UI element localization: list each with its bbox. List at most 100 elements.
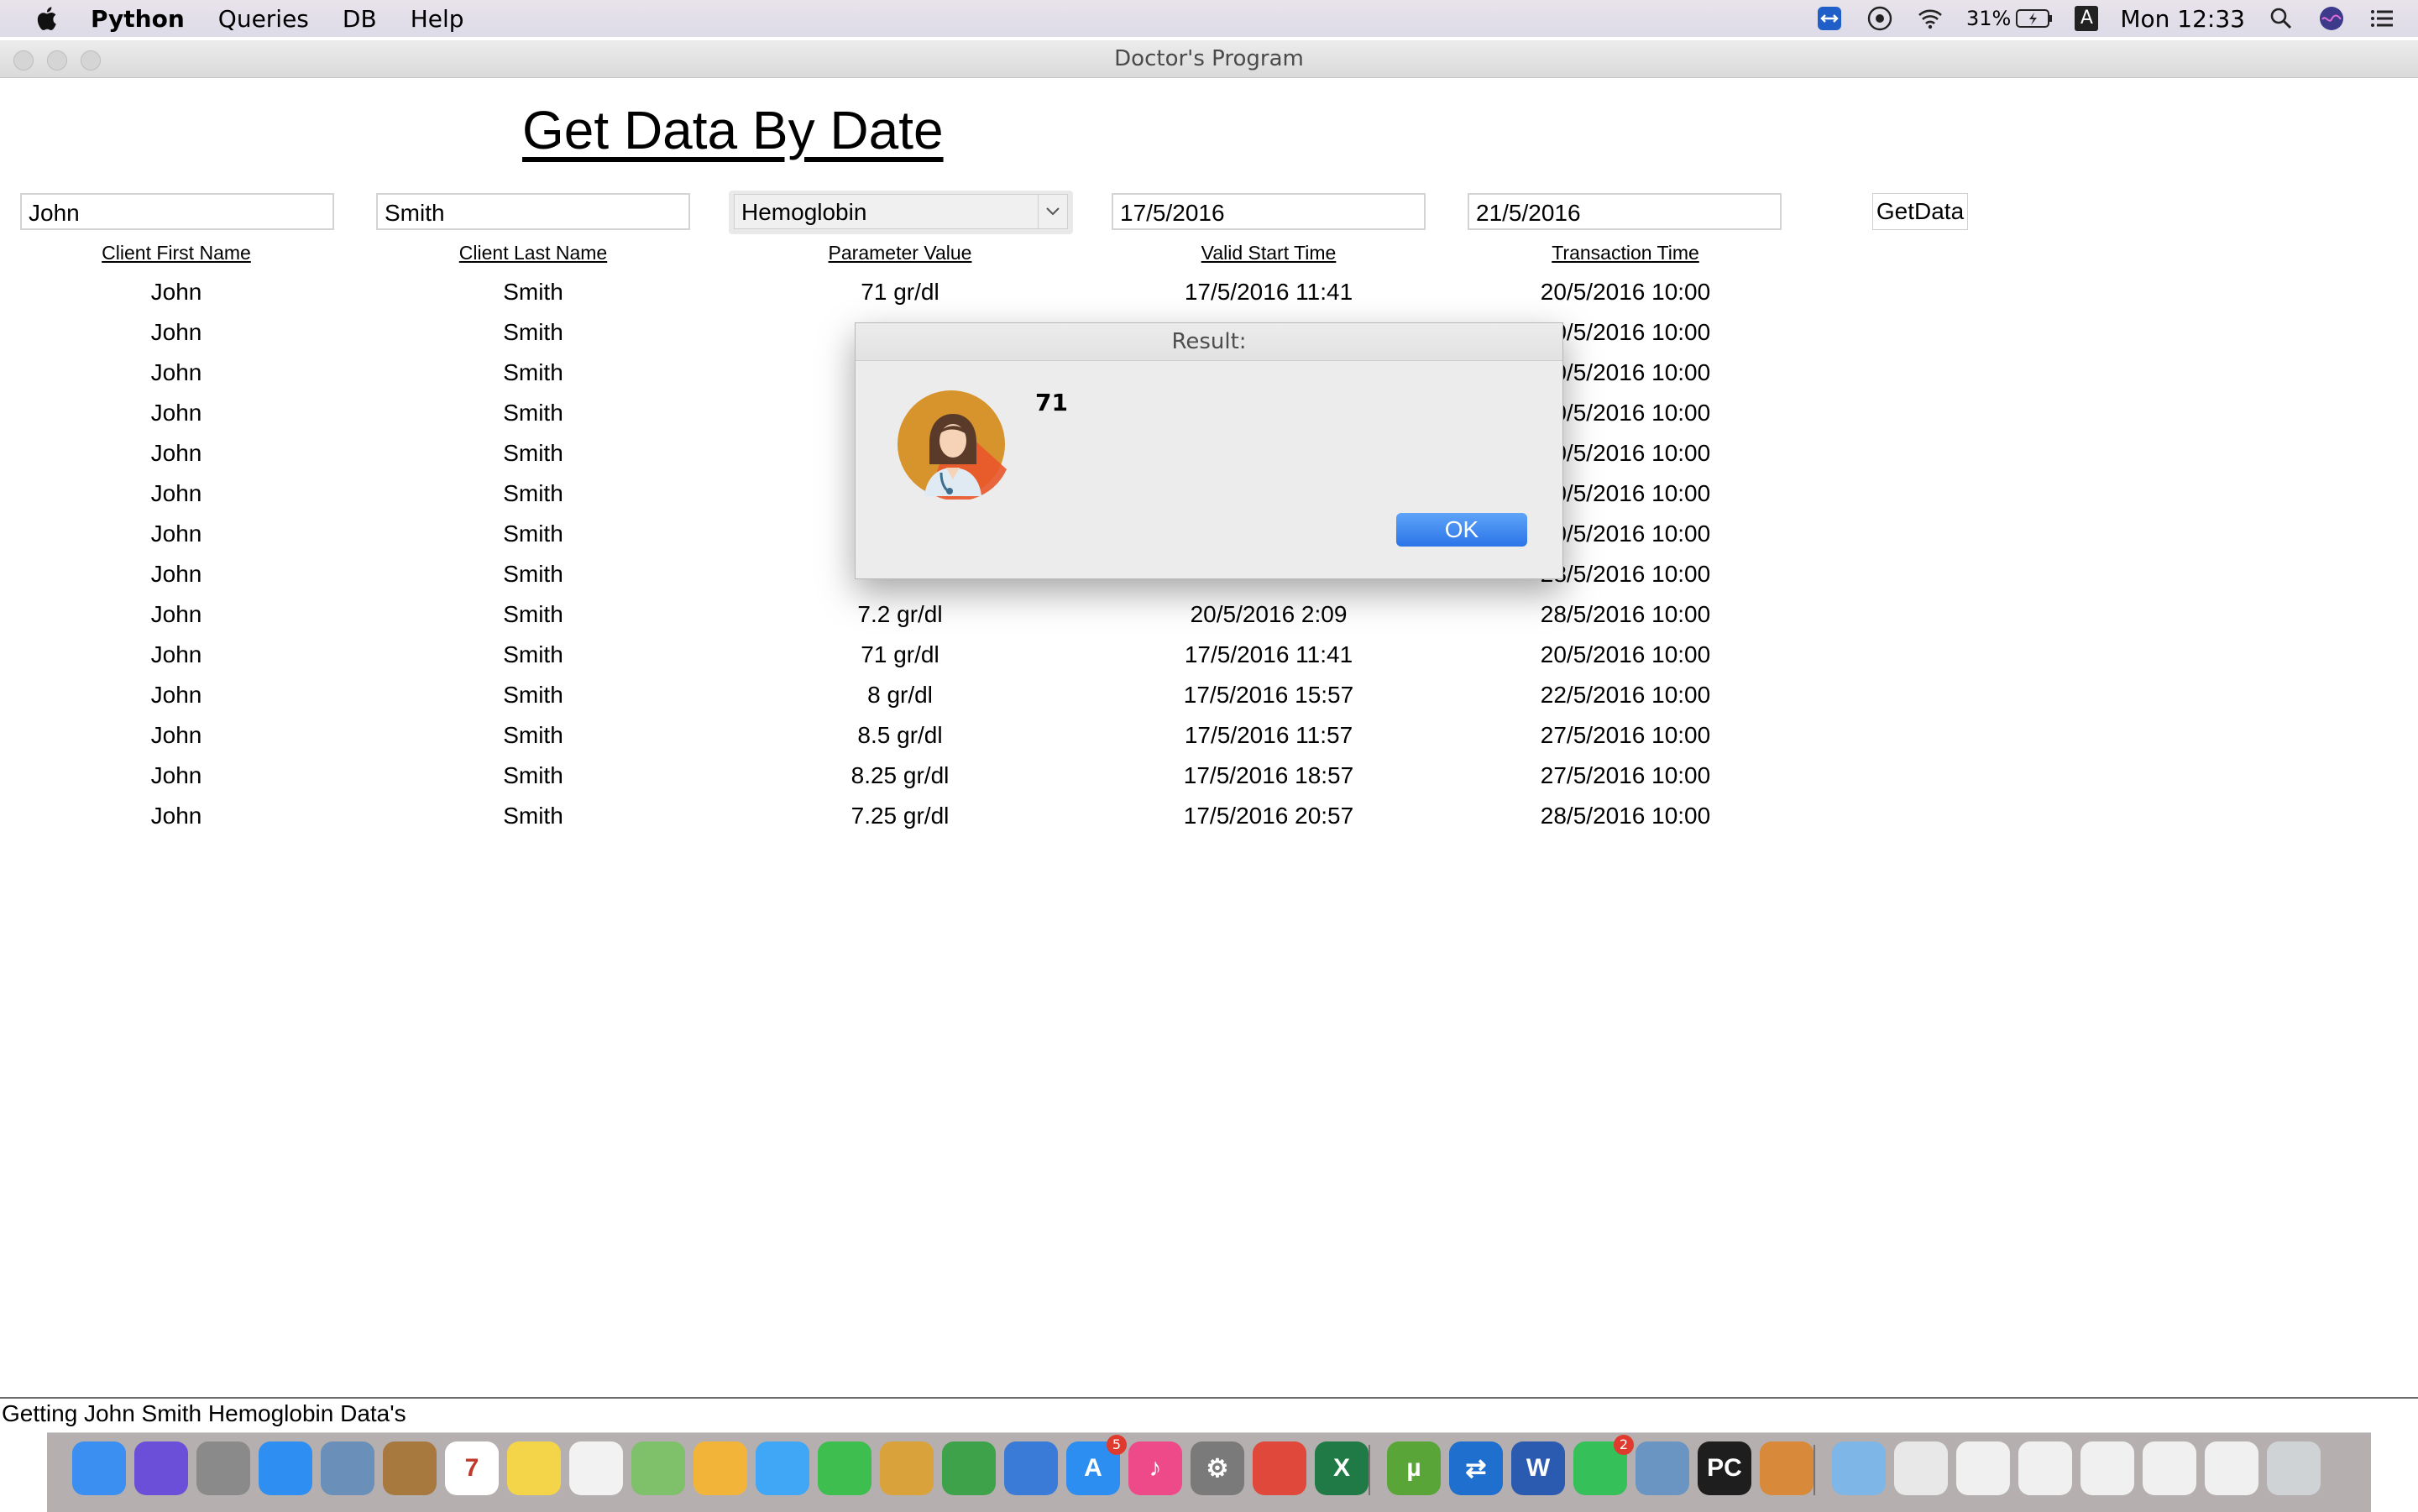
cell-transaction-time: 28/5/2016 10:00 — [1540, 561, 1711, 587]
cell-last-name: Smith — [503, 279, 563, 305]
header-valid-start-time: Valid Start Time — [1201, 242, 1337, 264]
launchpad-icon[interactable] — [196, 1441, 250, 1495]
minimize-window-button[interactable] — [47, 50, 67, 71]
first-name-field[interactable]: John — [20, 193, 334, 230]
spotlight-search-icon[interactable] — [2267, 4, 2295, 33]
cell-parameter-value: 8.25 gr/dl — [850, 762, 950, 788]
parameter-selected-value[interactable]: Hemoglobin — [734, 194, 1039, 229]
utorrent-icon[interactable]: µ — [1387, 1441, 1441, 1495]
photos-icon[interactable] — [693, 1441, 747, 1495]
notes-icon[interactable] — [507, 1441, 561, 1495]
itunes-icon[interactable]: ♪ — [1128, 1441, 1182, 1495]
image-capture-icon[interactable] — [1636, 1441, 1689, 1495]
mail-bird-icon[interactable] — [321, 1441, 374, 1495]
doctor-program-icon[interactable] — [1760, 1441, 1814, 1495]
end-date-field[interactable]: 21/5/2016 — [1468, 193, 1782, 230]
eye-menu-icon[interactable] — [1866, 4, 1894, 33]
doctor-avatar-icon — [898, 390, 1007, 500]
cell-first-name: John — [150, 521, 202, 547]
battery-icon[interactable] — [2016, 8, 2053, 29]
recent-window-1-icon[interactable] — [1956, 1441, 2010, 1495]
chevron-down-icon[interactable] — [1038, 194, 1068, 229]
contacts-icon[interactable] — [383, 1441, 437, 1495]
menu-bar: Python Queries DB Help 31% A Mon 12:33 — [0, 0, 2418, 37]
cell-transaction-time: 28/5/2016 10:00 — [1540, 803, 1711, 829]
start-date-field[interactable]: 17/5/2016 — [1112, 193, 1426, 230]
finder-icon[interactable] — [72, 1441, 126, 1495]
cell-transaction-time: 22/5/2016 10:00 — [1540, 682, 1711, 708]
menu-db[interactable]: DB — [343, 5, 377, 33]
safari-icon[interactable] — [259, 1441, 312, 1495]
document-stack-icon[interactable] — [1894, 1441, 1948, 1495]
trash-icon[interactable] — [2267, 1441, 2321, 1495]
recent-window-5-icon[interactable] — [2205, 1441, 2258, 1495]
cell-transaction-time: 27/5/2016 10:00 — [1540, 762, 1711, 788]
cell-first-name: John — [150, 561, 202, 587]
dock: 7 A 5 ♪ ⚙ Xµ ⇄ W 2 PC — [47, 1432, 2371, 1512]
menu-extras: 31% A Mon 12:33 — [1793, 0, 2418, 37]
input-source-indicator[interactable]: A — [2075, 6, 2099, 31]
calendar-icon[interactable]: 7 — [445, 1441, 499, 1495]
messages-icon[interactable] — [756, 1441, 809, 1495]
cell-first-name: John — [150, 359, 202, 385]
window-title: Doctor's Program — [1114, 46, 1304, 71]
cell-valid-start-time: 17/5/2016 11:41 — [1184, 641, 1353, 667]
reminders-icon[interactable] — [569, 1441, 623, 1495]
menu-queries[interactable]: Queries — [218, 5, 309, 33]
excel-icon[interactable]: X — [1315, 1441, 1369, 1495]
facetime-icon[interactable] — [818, 1441, 871, 1495]
recent-window-3-icon[interactable] — [2080, 1441, 2134, 1495]
result-dialog: Result: 71 OK — [855, 322, 1563, 579]
recent-window-2-icon[interactable] — [2018, 1441, 2072, 1495]
cell-first-name: John — [150, 279, 202, 305]
menu-clock[interactable]: Mon 12:33 — [2120, 5, 2245, 33]
menu-app-name[interactable]: Python — [91, 5, 185, 33]
dock-separator — [1369, 1445, 1370, 1495]
preview-icon[interactable] — [880, 1441, 934, 1495]
cell-valid-start-time: 20/5/2016 2:09 — [1190, 601, 1348, 627]
cell-valid-start-time: 17/5/2016 11:57 — [1184, 722, 1353, 748]
siri-icon[interactable] — [134, 1441, 188, 1495]
keynote-icon[interactable] — [1004, 1441, 1058, 1495]
apple-menu-icon[interactable] — [34, 4, 62, 33]
cell-transaction-time: 20/5/2016 10:00 — [1540, 279, 1711, 305]
chrome-icon[interactable] — [1253, 1441, 1306, 1495]
cell-last-name: Smith — [503, 803, 563, 829]
cell-last-name: Smith — [503, 641, 563, 667]
system-preferences-icon[interactable]: ⚙ — [1191, 1441, 1244, 1495]
siri-menu-icon[interactable] — [2317, 4, 2346, 33]
cell-first-name: John — [150, 440, 202, 466]
dialog-message: 71 — [1035, 389, 1068, 416]
cell-transaction-time: 28/5/2016 10:00 — [1540, 601, 1711, 627]
cell-last-name: Smith — [503, 440, 563, 466]
notification-center-icon[interactable] — [2368, 4, 2396, 33]
cell-first-name: John — [150, 803, 202, 829]
ok-button[interactable]: OK — [1396, 513, 1527, 547]
maps-icon[interactable] — [631, 1441, 685, 1495]
cell-last-name: Smith — [503, 722, 563, 748]
cell-valid-start-time: 17/5/2016 15:57 — [1183, 682, 1354, 708]
teamviewer-menu-icon[interactable] — [1815, 4, 1844, 33]
word-icon[interactable]: W — [1511, 1441, 1565, 1495]
cell-first-name: John — [150, 762, 202, 788]
zoom-window-button[interactable] — [81, 50, 101, 71]
close-window-button[interactable] — [13, 50, 34, 71]
cell-last-name: Smith — [503, 682, 563, 708]
cell-first-name: John — [150, 319, 202, 345]
last-name-field[interactable]: Smith — [376, 193, 690, 230]
cell-last-name: Smith — [503, 762, 563, 788]
pycharm-icon[interactable]: PC — [1698, 1441, 1751, 1495]
menu-help[interactable]: Help — [411, 5, 464, 33]
downloads-folder-icon[interactable] — [1832, 1441, 1886, 1495]
numbers-icon[interactable] — [942, 1441, 996, 1495]
cell-transaction-time: 20/5/2016 10:00 — [1540, 641, 1711, 667]
cell-valid-start-time: 17/5/2016 20:57 — [1183, 803, 1354, 829]
whatsapp-badge: 2 — [1614, 1435, 1634, 1455]
header-transaction-time: Transaction Time — [1552, 242, 1699, 264]
wifi-icon[interactable] — [1916, 4, 1944, 33]
recent-window-4-icon[interactable] — [2143, 1441, 2196, 1495]
cell-transaction-time: 20/5/2016 10:00 — [1540, 319, 1711, 345]
parameter-dropdown[interactable]: Hemoglobin — [729, 191, 1073, 234]
teamviewer-icon[interactable]: ⇄ — [1449, 1441, 1503, 1495]
get-data-button[interactable]: GetData — [1872, 193, 1968, 230]
